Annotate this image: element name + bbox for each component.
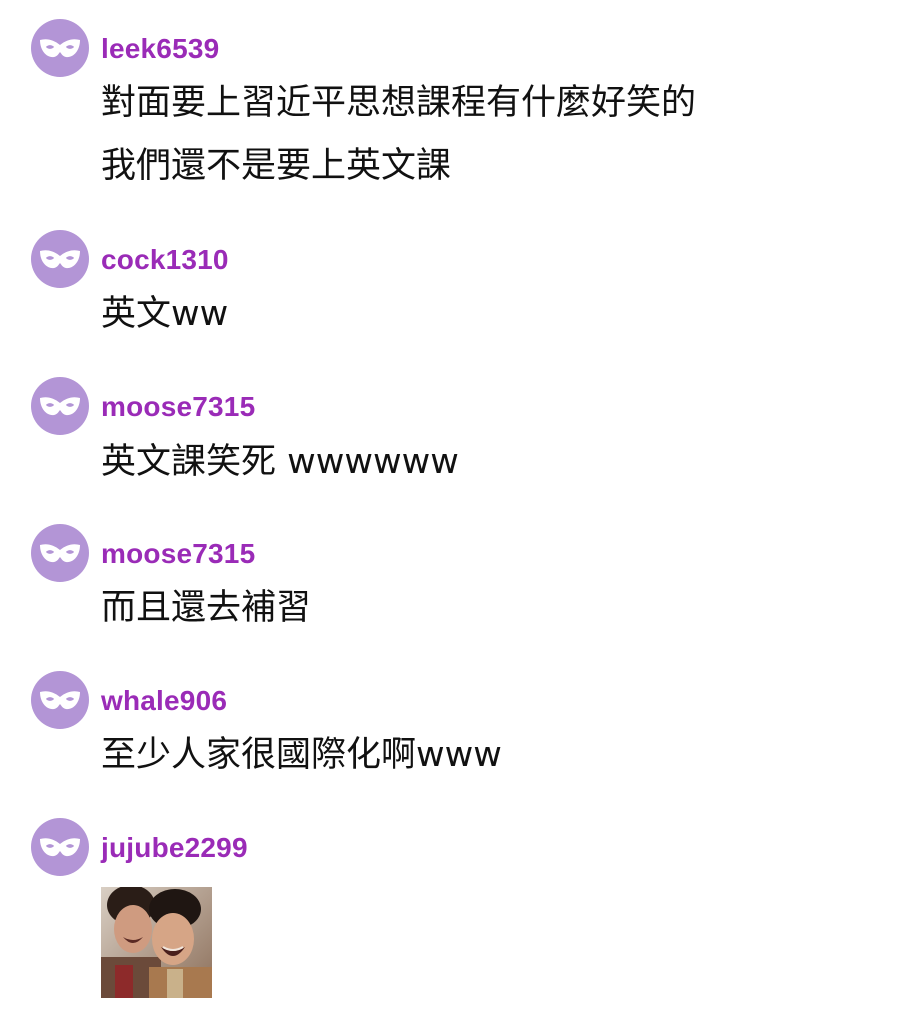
comment-text: 而且還去補習 bbox=[101, 588, 312, 628]
avatar[interactable] bbox=[31, 671, 89, 729]
username[interactable]: jujube2299 bbox=[101, 831, 248, 865]
laughing-people-sticker[interactable] bbox=[101, 887, 212, 998]
comment-text: 英文ww bbox=[101, 294, 229, 334]
username[interactable]: cock1310 bbox=[101, 243, 229, 277]
mask-icon bbox=[40, 250, 80, 269]
comment-text: 我們還不是要上英文課 bbox=[101, 146, 452, 186]
mask-icon bbox=[40, 691, 80, 710]
mask-icon bbox=[40, 838, 80, 857]
avatar[interactable] bbox=[31, 19, 89, 77]
comment-text: 至少人家很國際化啊www bbox=[101, 735, 502, 775]
avatar[interactable] bbox=[31, 524, 89, 582]
username[interactable]: whale906 bbox=[101, 684, 227, 718]
mask-icon bbox=[40, 39, 80, 58]
comment-text: 對面要上習近平思想課程有什麼好笑的 bbox=[101, 83, 697, 123]
username[interactable]: moose7315 bbox=[101, 390, 255, 424]
avatar[interactable] bbox=[31, 818, 89, 876]
username[interactable]: moose7315 bbox=[101, 537, 255, 571]
mask-icon bbox=[40, 397, 80, 416]
mask-icon bbox=[40, 544, 80, 563]
comment-text: 英文課笑死 wwwwww bbox=[101, 442, 459, 482]
avatar[interactable] bbox=[31, 230, 89, 288]
username[interactable]: leek6539 bbox=[101, 32, 219, 66]
sticker-image bbox=[101, 887, 212, 998]
avatar[interactable] bbox=[31, 377, 89, 435]
